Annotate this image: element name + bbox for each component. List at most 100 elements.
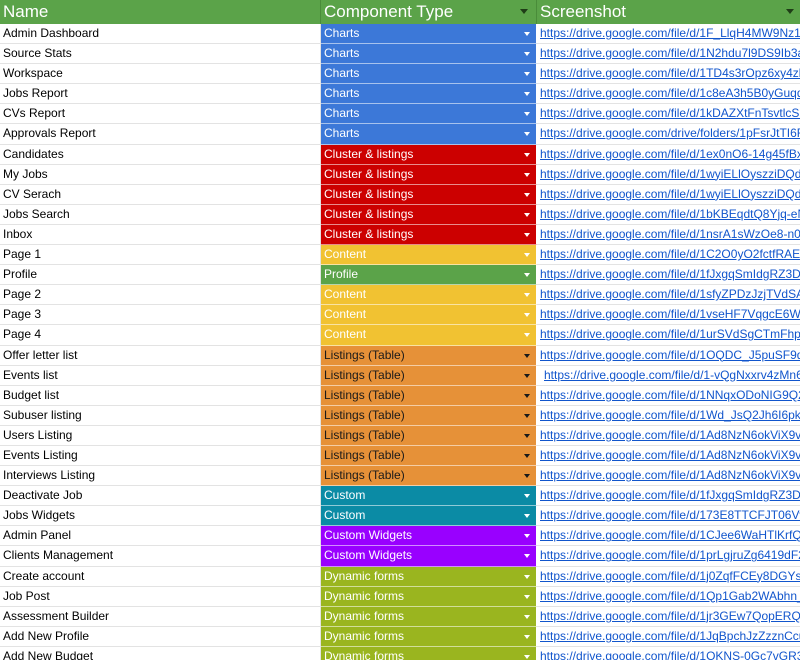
screenshot-link[interactable]: https://drive.google.com/file/d/1OQDC_J5… xyxy=(537,346,800,366)
component-type-chip[interactable]: Content xyxy=(321,245,537,266)
screenshot-link[interactable]: https://drive.google.com/file/d/1c8eA3h5… xyxy=(537,84,800,105)
column-header-name[interactable]: Name xyxy=(0,0,321,24)
component-type-chip[interactable]: Charts xyxy=(321,84,537,105)
chevron-down-icon[interactable] xyxy=(524,554,530,559)
screenshot-link[interactable]: https://drive.google.com/file/d/1Wd_JsQ2… xyxy=(537,406,800,426)
chevron-down-icon[interactable] xyxy=(524,313,530,318)
screenshot-link[interactable]: https://drive.google.com/file/d/1CJee6Wa… xyxy=(537,526,800,547)
name-cell[interactable]: Jobs Search xyxy=(0,204,321,225)
chevron-down-icon[interactable] xyxy=(524,654,530,659)
component-type-chip[interactable]: Charts xyxy=(321,124,537,145)
chevron-down-icon[interactable] xyxy=(524,433,530,438)
name-cell[interactable]: Profile xyxy=(0,265,321,286)
name-cell[interactable]: Jobs Widgets xyxy=(0,506,321,527)
screenshot-link[interactable]: https://drive.google.com/file/d/1fJxgqSm… xyxy=(537,486,800,507)
chevron-down-icon[interactable] xyxy=(524,614,530,619)
name-cell[interactable]: Add New Budget xyxy=(0,646,321,660)
screenshot-link[interactable]: https://drive.google.com/file/d/1Ad8NzN6… xyxy=(537,446,800,467)
name-cell[interactable]: Source Stats xyxy=(0,44,321,65)
name-cell[interactable]: My Jobs xyxy=(0,164,321,185)
screenshot-link[interactable]: https://drive.google.com/file/d/1urSVdSg… xyxy=(537,325,800,346)
screenshot-link[interactable]: https://drive.google.com/file/d/1ex0nO6-… xyxy=(537,145,800,165)
chevron-down-icon[interactable] xyxy=(524,132,530,137)
chevron-down-icon[interactable] xyxy=(524,293,530,298)
component-type-chip[interactable]: Charts xyxy=(321,64,537,85)
name-cell[interactable]: Job Post xyxy=(0,586,321,607)
name-cell[interactable]: Candidates xyxy=(0,144,321,165)
screenshot-link[interactable]: https://drive.google.com/file/d/1N2hdu7l… xyxy=(537,44,800,65)
component-type-chip[interactable]: Listings (Table) xyxy=(321,405,537,426)
name-cell[interactable]: Inbox xyxy=(0,224,321,246)
chevron-down-icon[interactable] xyxy=(524,514,530,519)
name-cell[interactable]: Events list xyxy=(0,365,321,386)
component-type-chip[interactable]: Content xyxy=(321,285,537,306)
chevron-down-icon[interactable] xyxy=(524,212,530,217)
component-type-chip[interactable]: Dynamic forms xyxy=(321,566,537,587)
name-cell[interactable]: Subuser listing xyxy=(0,405,321,426)
screenshot-link[interactable]: https://drive.google.com/file/d/173E8TTC… xyxy=(537,506,800,527)
component-type-chip[interactable]: Content xyxy=(321,305,537,326)
component-type-chip[interactable]: Charts xyxy=(321,44,537,65)
screenshot-link[interactable]: https://drive.google.com/file/d/1Qp1Gab2… xyxy=(537,587,800,607)
chevron-down-icon[interactable] xyxy=(524,474,530,479)
chevron-down-icon[interactable] xyxy=(524,232,530,237)
screenshot-link[interactable]: https://drive.google.com/file/d/1Ad8NzN6… xyxy=(537,426,800,446)
screenshot-link[interactable]: https://drive.google.com/file/d/1fJxgqSm… xyxy=(537,265,800,286)
screenshot-link[interactable]: https://drive.google.com/file/d/1wyiELlO… xyxy=(537,165,800,185)
name-cell[interactable]: Deactivate Job xyxy=(0,486,321,507)
chevron-down-icon[interactable] xyxy=(524,494,530,499)
chevron-down-icon[interactable] xyxy=(524,32,530,36)
component-type-chip[interactable]: Content xyxy=(321,325,537,346)
name-cell[interactable]: CV Serach xyxy=(0,184,321,205)
chevron-down-icon[interactable] xyxy=(524,413,530,418)
component-type-chip[interactable]: Dynamic forms xyxy=(321,646,537,660)
screenshot-link[interactable]: https://drive.google.com/file/d/1kDAZXtF… xyxy=(537,104,800,125)
screenshot-link[interactable]: https://drive.google.com/file/d/1C2O0yO2… xyxy=(537,245,800,266)
filter-dropdown-icon[interactable] xyxy=(520,9,528,14)
component-type-chip[interactable]: Dynamic forms xyxy=(321,606,537,627)
name-cell[interactable]: Page 2 xyxy=(0,285,321,306)
screenshot-link[interactable]: https://drive.google.com/file/d/1bKBEqdt… xyxy=(537,205,800,225)
column-header-component-type[interactable]: Component Type xyxy=(321,0,537,24)
column-header-screenshot[interactable]: Screenshot xyxy=(537,0,800,24)
screenshot-link[interactable]: https://drive.google.com/drive/folders/1… xyxy=(537,124,800,145)
name-cell[interactable]: Approvals Report xyxy=(0,124,321,145)
component-type-chip[interactable]: Listings (Table) xyxy=(321,385,537,406)
component-type-chip[interactable]: Listings (Table) xyxy=(321,445,537,467)
component-type-chip[interactable]: Cluster & listings xyxy=(321,224,537,246)
chevron-down-icon[interactable] xyxy=(524,152,530,157)
screenshot-link[interactable]: https://drive.google.com/file/d/1jr3GEw7… xyxy=(537,607,800,627)
component-type-chip[interactable]: Listings (Table) xyxy=(321,466,537,487)
component-type-chip[interactable]: Cluster & listings xyxy=(321,144,537,165)
screenshot-link[interactable]: https://drive.google.com/file/d/1Ad8NzN6… xyxy=(537,466,800,487)
component-type-chip[interactable]: Cluster & listings xyxy=(321,204,537,225)
chevron-down-icon[interactable] xyxy=(524,172,530,177)
name-cell[interactable]: Page 3 xyxy=(0,305,321,326)
chevron-down-icon[interactable] xyxy=(524,373,530,378)
name-cell[interactable]: Clients Management xyxy=(0,546,321,567)
component-type-chip[interactable]: Cluster & listings xyxy=(321,184,537,205)
chevron-down-icon[interactable] xyxy=(524,574,530,579)
name-cell[interactable]: Offer letter list xyxy=(0,345,321,366)
screenshot-link[interactable]: https://drive.google.com/file/d/1prLgjru… xyxy=(537,546,800,567)
component-type-chip[interactable]: Custom Widgets xyxy=(321,546,537,567)
name-cell[interactable]: Admin Panel xyxy=(0,526,321,547)
name-cell[interactable]: Jobs Report xyxy=(0,84,321,105)
filter-dropdown-icon[interactable] xyxy=(786,9,794,14)
name-cell[interactable]: Add New Profile xyxy=(0,626,321,647)
component-type-chip[interactable]: Dynamic forms xyxy=(321,586,537,607)
component-type-chip[interactable]: Custom Widgets xyxy=(321,526,537,547)
name-cell[interactable]: Page 4 xyxy=(0,325,321,346)
component-type-chip[interactable]: Cluster & listings xyxy=(321,164,537,185)
component-type-chip[interactable]: Custom xyxy=(321,486,537,507)
screenshot-link[interactable]: https://drive.google.com/file/d/1F_LlqH4… xyxy=(537,24,800,45)
name-cell[interactable]: Users Listing xyxy=(0,425,321,446)
chevron-down-icon[interactable] xyxy=(524,92,530,97)
name-cell[interactable]: Interviews Listing xyxy=(0,466,321,487)
chevron-down-icon[interactable] xyxy=(524,72,530,77)
name-cell[interactable]: Events Listing xyxy=(0,445,321,467)
chevron-down-icon[interactable] xyxy=(524,393,530,398)
screenshot-link[interactable]: https://drive.google.com/file/d/1TD4s3rO… xyxy=(537,64,800,85)
name-cell[interactable]: Create account xyxy=(0,566,321,587)
chevron-down-icon[interactable] xyxy=(524,634,530,639)
